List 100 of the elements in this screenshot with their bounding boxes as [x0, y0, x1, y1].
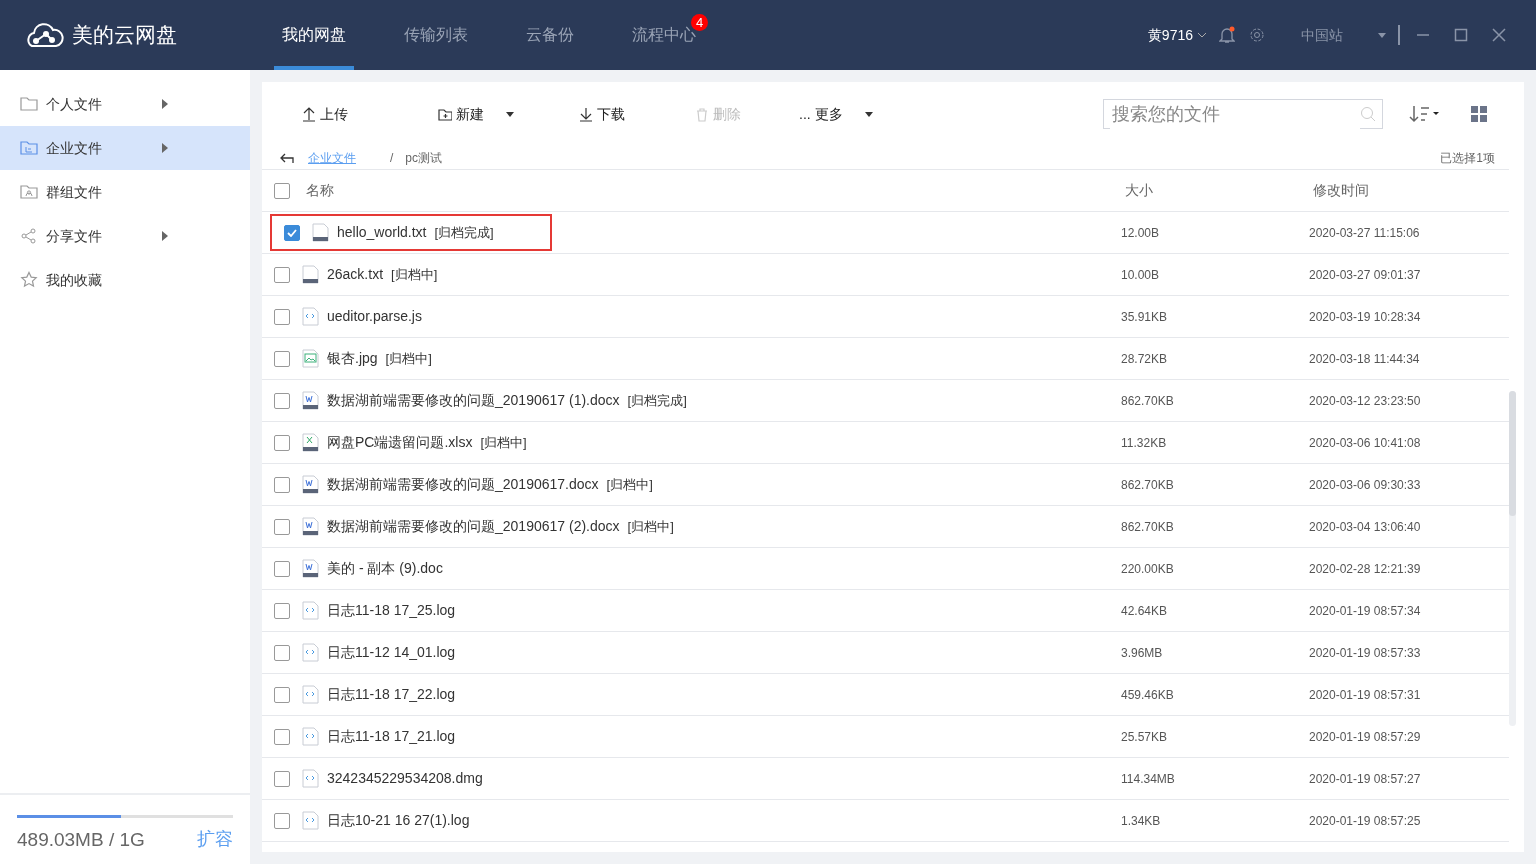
modified-time: 2020-03-06 09:30:33 — [1309, 476, 1422, 494]
file-size: 25.57KB — [1120, 728, 1169, 746]
file-name[interactable]: 26ack.txt — [327, 264, 384, 285]
file-name[interactable]: 日志11-12 14_01.log — [327, 642, 456, 663]
row-checkbox[interactable] — [274, 350, 290, 367]
sidebar-item[interactable]: 我的收藏 — [0, 258, 250, 302]
user-menu[interactable]: 黄9716 — [1147, 24, 1207, 46]
toolbar-button[interactable]: 新建 — [438, 103, 514, 125]
file-name[interactable]: ueditor.parse.js — [327, 306, 422, 327]
nav-tab[interactable]: 传输列表 — [396, 0, 476, 70]
file-name[interactable]: 3242345229534208.dmg — [327, 768, 483, 789]
file-name[interactable]: 日志11-18 17_21.log — [327, 726, 456, 747]
excel-file-icon — [302, 433, 319, 452]
close-icon[interactable] — [1492, 28, 1506, 42]
scrollbar-thumb[interactable] — [1509, 391, 1516, 726]
row-checkbox[interactable] — [274, 308, 290, 325]
file-size: 3.96MB — [1120, 644, 1164, 662]
row-checkbox[interactable] — [274, 560, 290, 577]
nav-tab[interactable]: 云备份 — [518, 0, 582, 70]
caret-right-icon — [162, 231, 168, 241]
grid-view-icon[interactable] — [1471, 106, 1487, 122]
search-icon — [1360, 106, 1376, 122]
sidebar-label: 个人文件 — [46, 94, 102, 114]
row-checkbox[interactable] — [284, 224, 300, 241]
new-folder-icon — [438, 106, 452, 122]
caret-down-icon — [506, 111, 514, 117]
file-name[interactable]: hello_world.txt — [337, 222, 427, 243]
word-file-icon — [302, 517, 319, 536]
file-size: 35.91KB — [1120, 308, 1169, 326]
code-file-icon — [302, 643, 319, 662]
breadcrumb-current: pc测试 — [405, 149, 443, 167]
modified-time: 2020-01-19 08:57:25 — [1309, 812, 1422, 830]
file-name[interactable]: 日志10-21 16 27(1).log — [327, 810, 470, 831]
row-checkbox[interactable] — [274, 770, 290, 787]
file-name[interactable]: 日志11-18 17_22.log — [327, 684, 456, 705]
row-checkbox[interactable] — [274, 518, 290, 535]
archive-status: [归档中] — [606, 475, 653, 494]
row-checkbox[interactable] — [274, 476, 290, 493]
column-header: 修改时间 — [1312, 181, 1370, 200]
caret-right-icon — [162, 99, 168, 109]
folder-icon — [20, 95, 38, 113]
sidebar-item[interactable]: 群组文件 — [0, 170, 250, 214]
file-name[interactable]: 银杏.jpg — [327, 348, 378, 369]
cloud-logo-icon — [24, 20, 64, 50]
row-checkbox[interactable] — [274, 728, 290, 745]
archive-status: [归档中] — [391, 265, 438, 284]
archive-status: [归档中] — [627, 517, 674, 536]
row-checkbox[interactable] — [274, 644, 290, 661]
file-name[interactable]: 数据湖前端需要修改的问题_20190617.docx — [327, 474, 599, 495]
bell-icon[interactable] — [1219, 26, 1235, 44]
row-checkbox[interactable] — [274, 812, 290, 829]
settings-icon[interactable] — [1249, 27, 1265, 43]
sidebar-item[interactable]: 个人文件 — [0, 82, 250, 126]
sidebar-label: 分享文件 — [46, 226, 102, 246]
maximize-icon[interactable] — [1454, 28, 1468, 42]
toolbar-button[interactable]: 下载 — [579, 103, 625, 125]
select-all-checkbox[interactable] — [274, 182, 290, 199]
back-arrow-icon[interactable] — [280, 151, 294, 164]
row-checkbox[interactable] — [274, 602, 290, 619]
file-name[interactable]: 美的 - 副本 (9).doc — [327, 558, 443, 579]
word-file-icon — [302, 475, 319, 494]
toolbar-button[interactable]: 上传 — [302, 103, 348, 125]
modified-time: 2020-03-27 11:15:06 — [1309, 224, 1421, 242]
file-size: 11.32KB — [1120, 434, 1168, 452]
selection-count: 已选择1项 — [1440, 149, 1495, 167]
nav-tab[interactable]: 我的网盘 — [274, 0, 354, 70]
notification-badge: 4 — [691, 14, 708, 31]
trash-icon — [695, 106, 709, 122]
modified-time: 2020-03-19 10:28:34 — [1309, 308, 1422, 326]
row-checkbox[interactable] — [274, 686, 290, 703]
row-checkbox[interactable] — [274, 434, 290, 451]
row-checkbox[interactable] — [274, 392, 290, 409]
file-name[interactable]: 数据湖前端需要修改的问题_20190617 (1).docx — [327, 390, 620, 411]
breadcrumb-separator: / — [390, 149, 394, 167]
code-file-icon — [302, 811, 319, 830]
code-file-icon — [302, 685, 319, 704]
sidebar-item[interactable]: 企业文件 — [0, 126, 250, 170]
star-icon — [20, 271, 38, 289]
modified-time: 2020-03-12 23:23:50 — [1309, 392, 1422, 410]
archive-status: [归档完成] — [434, 223, 494, 242]
modified-time: 2020-03-27 09:01:37 — [1309, 266, 1422, 284]
modified-time: 2020-03-18 11:44:34 — [1309, 350, 1421, 368]
file-name[interactable]: 日志11-18 17_25.log — [327, 600, 456, 621]
chevron-down-icon — [1197, 31, 1207, 39]
file-size: 28.72KB — [1120, 350, 1169, 368]
sidebar-item[interactable]: 分享文件 — [0, 214, 250, 258]
search-field[interactable]: 搜索您的文件 — [1103, 99, 1383, 129]
file-name[interactable]: 网盘PC端遗留问题.xlsx — [327, 432, 473, 453]
column-header: 名称 — [306, 181, 334, 200]
sort-icon[interactable] — [1409, 105, 1439, 123]
toolbar-button[interactable]: ... 更多 — [799, 103, 873, 125]
file-size: 12.00B — [1120, 224, 1161, 242]
share-icon — [20, 227, 38, 245]
region-dropdown[interactable]: 中国站 — [1301, 24, 1386, 46]
file-size: 862.70KB — [1120, 392, 1175, 410]
sidebar-label: 群组文件 — [46, 182, 102, 202]
row-checkbox[interactable] — [274, 266, 290, 283]
group-folder-icon — [20, 183, 38, 201]
archive-status: [归档中] — [480, 433, 527, 452]
file-name[interactable]: 数据湖前端需要修改的问题_20190617 (2).docx — [327, 516, 620, 537]
